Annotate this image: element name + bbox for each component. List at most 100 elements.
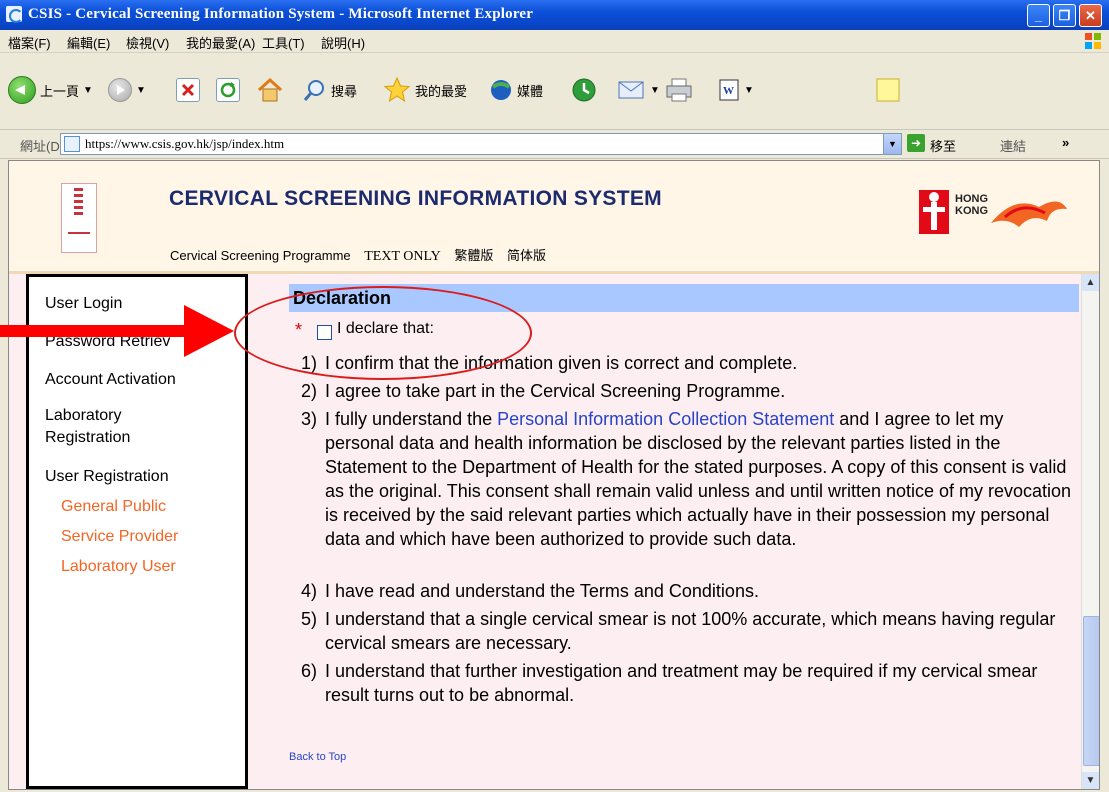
hk-logo-text-hong: HONG	[955, 193, 988, 205]
sidebar-item-user-registration[interactable]: User Registration	[45, 466, 169, 488]
item-number: 2)	[301, 381, 318, 401]
printer-icon	[666, 78, 692, 102]
home-button[interactable]	[256, 75, 284, 105]
ie-icon	[6, 6, 23, 23]
item-number: 6)	[301, 661, 318, 681]
chevron-down-icon: ▼	[650, 84, 660, 96]
back-to-top-link[interactable]: Back to Top	[289, 751, 346, 763]
declaration-item: 1) I confirm that the information given …	[301, 351, 1076, 375]
menu-tools[interactable]: 工具(T)	[262, 33, 305, 52]
nav-text-only-link[interactable]: TEXT ONLY	[364, 249, 441, 264]
windows-logo-icon	[1085, 33, 1101, 49]
window-title: CSIS - Cervical Screening Information Sy…	[28, 6, 534, 22]
refresh-icon	[216, 78, 240, 102]
item-text: I confirm that the information given is …	[325, 353, 798, 373]
menu-bar: 檔案(F) 編輯(E) 檢視(V) 我的最愛(A) 工具(T) 說明(H)	[0, 30, 1109, 53]
sidebar-item-general-public[interactable]: General Public	[61, 496, 166, 518]
media-button[interactable]: 媒體	[488, 75, 543, 105]
mail-button[interactable]: ▼	[616, 75, 660, 105]
declare-label[interactable]: I declare that:	[337, 320, 434, 338]
sidebar-item-laboratory[interactable]: Laboratory	[45, 405, 122, 427]
nav-programme-link[interactable]: Cervical Screening Programme	[170, 248, 351, 263]
edit-button[interactable]: W ▼	[718, 75, 754, 105]
links-label[interactable]: 連結	[1000, 136, 1026, 155]
item-number: 5)	[301, 609, 318, 629]
declaration-item: 6) I understand that further investigati…	[301, 659, 1076, 707]
item-text: I fully understand the Personal Informat…	[301, 407, 1076, 551]
required-asterisk: *	[295, 320, 303, 340]
pics-link[interactable]: Personal Information Collection Statemen…	[497, 409, 834, 429]
scroll-up-icon[interactable]: ▲	[1082, 274, 1099, 291]
declaration-item: 4) I have read and understand the Terms …	[301, 579, 1076, 603]
address-input[interactable]: https://www.csis.gov.hk/jsp/index.htm ▼	[60, 133, 902, 155]
programme-logo	[61, 183, 97, 253]
address-url: https://www.csis.gov.hk/jsp/index.htm	[85, 136, 285, 151]
menu-help[interactable]: 說明(H)	[321, 33, 365, 52]
hong-kong-logo: HONG KONG	[919, 190, 1067, 234]
annotation-arrow-shaft	[0, 325, 186, 337]
links-more-icon[interactable]: »	[1062, 135, 1069, 150]
sidebar-item-account-activation[interactable]: Account Activation	[45, 369, 176, 391]
chevron-down-icon: ▼	[744, 84, 754, 96]
chevron-down-icon: ▼	[136, 84, 146, 96]
item-text-pre: I fully understand the	[325, 409, 498, 429]
home-icon	[257, 77, 283, 102]
sidebar-item-registration[interactable]: Registration	[45, 427, 130, 449]
item-text: I understand that a single cervical smea…	[325, 609, 1056, 653]
scrollbar-thumb[interactable]	[1083, 616, 1099, 766]
declaration-item: 2) I agree to take part in the Cervical …	[301, 379, 1076, 403]
declaration-section: Declaration * I declare that: 1) I confi…	[279, 274, 1079, 789]
maximize-button[interactable]: ❐	[1053, 4, 1076, 27]
item-text-post: and I agree to let my personal data and …	[325, 409, 1072, 549]
item-text: I have read and understand the Terms and…	[325, 581, 759, 601]
item-number: 1)	[301, 353, 318, 373]
stop-button[interactable]	[176, 75, 200, 105]
print-button[interactable]	[664, 75, 694, 105]
search-button[interactable]: 搜尋	[302, 75, 357, 105]
menu-file[interactable]: 檔案(F)	[8, 33, 51, 52]
address-label: 網址(D)	[20, 139, 65, 154]
item-text: I understand that further investigation …	[325, 661, 1038, 705]
sidebar-item-laboratory-user[interactable]: Laboratory User	[61, 556, 176, 578]
go-arrow-icon[interactable]: ➜	[907, 134, 925, 152]
declare-checkbox[interactable]	[317, 325, 332, 340]
minimize-button[interactable]: _	[1027, 4, 1050, 27]
back-button[interactable]: 上一頁 ▼	[8, 75, 93, 105]
media-icon	[491, 80, 511, 100]
nav-traditional-chinese-link[interactable]: 繁體版	[454, 248, 493, 263]
page-icon	[64, 136, 80, 152]
search-icon	[303, 80, 324, 101]
toolbar: 上一頁 ▼ ▼ 搜尋 我的最愛 媒體 ▼ W ▼	[0, 53, 1109, 130]
menu-view[interactable]: 檢視(V)	[126, 33, 169, 52]
nav-simplified-chinese-link[interactable]: 简体版	[507, 248, 546, 263]
window-title-bar[interactable]: CSIS - Cervical Screening Information Sy…	[0, 0, 1109, 30]
favorites-button[interactable]: 我的最愛	[382, 75, 467, 105]
sidebar-item-service-provider[interactable]: Service Provider	[61, 526, 178, 548]
page-content: User Login Password Retriev Account Acti…	[9, 274, 1081, 789]
history-button[interactable]	[570, 75, 598, 105]
close-button[interactable]: ✕	[1079, 4, 1102, 27]
menu-favorites[interactable]: 我的最愛(A)	[186, 33, 255, 52]
item-text: I agree to take part in the Cervical Scr…	[325, 381, 786, 401]
item-number: 4)	[301, 581, 318, 601]
vertical-scrollbar[interactable]: ▲ ▼	[1081, 274, 1099, 789]
refresh-button[interactable]	[216, 75, 240, 105]
item-number: 3)	[301, 409, 318, 429]
sidebar-item-user-login[interactable]: User Login	[45, 293, 122, 315]
go-button[interactable]: 移至	[930, 136, 956, 155]
site-header: CERVICAL SCREENING INFORMATION SYSTEM Ce…	[9, 161, 1099, 274]
browser-viewport: CERVICAL SCREENING INFORMATION SYSTEM Ce…	[8, 160, 1100, 790]
annotation-arrow-head-icon	[184, 305, 234, 357]
note-button[interactable]	[874, 75, 902, 105]
declaration-title: Declaration	[289, 284, 1079, 312]
stop-icon	[176, 78, 200, 102]
menu-edit[interactable]: 編輯(E)	[67, 33, 110, 52]
declaration-item: 3) I fully understand the Personal Infor…	[301, 407, 1076, 551]
declaration-item: 5) I understand that a single cervical s…	[301, 607, 1076, 655]
address-dropdown-icon[interactable]: ▼	[883, 134, 901, 154]
scroll-down-icon[interactable]: ▼	[1082, 772, 1099, 789]
forward-button[interactable]: ▼	[108, 75, 146, 105]
address-bar: 網址(D) https://www.csis.gov.hk/jsp/index.…	[0, 130, 1109, 159]
system-title: CERVICAL SCREENING INFORMATION SYSTEM	[169, 187, 662, 210]
header-nav: Cervical Screening Programme TEXT ONLY 繁…	[170, 245, 556, 265]
